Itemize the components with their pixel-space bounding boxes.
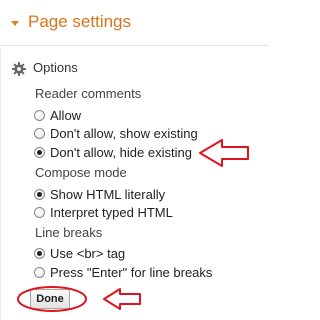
annotation-circle	[17, 286, 87, 312]
annotation-arrow-icon	[103, 288, 141, 310]
annotation-arrow-icon	[199, 139, 249, 167]
annotation-overlay	[17, 139, 249, 312]
